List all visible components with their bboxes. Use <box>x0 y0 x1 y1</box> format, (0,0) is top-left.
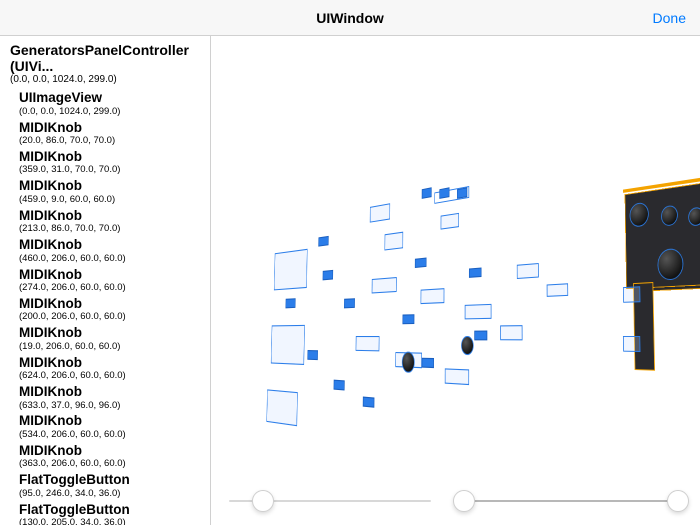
slider-row <box>229 487 682 515</box>
tree-item[interactable]: MIDIKnob(20.0, 86.0, 70.0, 70.0) <box>10 120 210 147</box>
tree-item-frame: (363.0, 206.0, 60.0, 60.0) <box>19 458 210 470</box>
tree-item[interactable]: MIDIKnob(633.0, 37.0, 96.0, 96.0) <box>10 384 210 411</box>
tree-item-title: UIImageView <box>19 90 210 106</box>
depth-range-slider[interactable] <box>459 500 682 502</box>
tree-item-title: MIDIKnob <box>19 443 210 459</box>
tree-root[interactable]: GeneratorsPanelController (UIVi... (0.0,… <box>10 42 210 86</box>
navbar: UIWindow Done <box>0 0 700 36</box>
tree-item-title: MIDIKnob <box>19 149 210 165</box>
hierarchy-sidebar[interactable]: GeneratorsPanelController (UIVi... (0.0,… <box>0 36 211 525</box>
debug-layer <box>385 232 404 251</box>
tree-item[interactable]: MIDIKnob(460.0, 206.0, 60.0, 60.0) <box>10 237 210 264</box>
tree-item-frame: (19.0, 206.0, 60.0, 60.0) <box>19 341 210 353</box>
tree-item-frame: (359.0, 31.0, 70.0, 70.0) <box>19 164 210 176</box>
tree-root-frame: (0.0, 0.0, 1024.0, 299.0) <box>10 74 210 86</box>
debug-layer <box>465 304 492 320</box>
tree-item-title: MIDIKnob <box>19 267 210 283</box>
depth-range-thumb-max[interactable] <box>667 490 689 512</box>
debug-layer <box>274 249 308 291</box>
tree-item[interactable]: MIDIKnob(213.0, 86.0, 70.0, 70.0) <box>10 208 210 235</box>
tree-item-title: MIDIKnob <box>19 178 210 194</box>
debug-layer <box>469 267 482 277</box>
tree-item-title: MIDIKnob <box>19 237 210 253</box>
debug-layer <box>500 325 522 340</box>
tree-item-frame: (459.0, 9.0, 60.0, 60.0) <box>19 194 210 206</box>
debug-layer <box>445 368 469 385</box>
tree-item-frame: (20.0, 86.0, 70.0, 70.0) <box>19 135 210 147</box>
tree-item-frame: (633.0, 37.0, 96.0, 96.0) <box>19 400 210 412</box>
tree-item-frame: (130.0, 205.0, 34.0, 36.0) <box>19 517 210 525</box>
debug-layer <box>402 314 414 324</box>
tree-item[interactable]: MIDIKnob(200.0, 206.0, 60.0, 60.0) <box>10 296 210 323</box>
debug-layer <box>547 283 568 297</box>
debug-layer <box>370 203 390 222</box>
debug-layer <box>334 380 345 391</box>
tree-item-title: MIDIKnob <box>19 384 210 400</box>
content: GeneratorsPanelController (UIVi... (0.0,… <box>0 36 700 525</box>
tree-item[interactable]: MIDIKnob(359.0, 31.0, 70.0, 70.0) <box>10 149 210 176</box>
done-button[interactable]: Done <box>653 10 686 26</box>
tree-root-title: GeneratorsPanelController (UIVi... <box>10 42 210 74</box>
tree-item-frame: (534.0, 206.0, 60.0, 60.0) <box>19 429 210 441</box>
canvas-3d-view[interactable] <box>211 36 700 525</box>
tree-item-frame: (274.0, 206.0, 60.0, 60.0) <box>19 282 210 294</box>
navbar-title: UIWindow <box>316 10 384 26</box>
tree-item-frame: (624.0, 206.0, 60.0, 60.0) <box>19 370 210 382</box>
debug-layer <box>422 187 432 199</box>
debug-layer <box>474 331 487 341</box>
debug-layer <box>457 187 467 199</box>
tree-item-title: MIDIKnob <box>19 413 210 429</box>
tree-item[interactable]: MIDIKnob(19.0, 206.0, 60.0, 60.0) <box>10 325 210 352</box>
tree-item-frame: (460.0, 206.0, 60.0, 60.0) <box>19 253 210 265</box>
debug-layer <box>356 336 380 351</box>
debug-layer <box>421 288 445 304</box>
tree-item-frame: (95.0, 246.0, 34.0, 36.0) <box>19 488 210 500</box>
tree-item[interactable]: UIImageView(0.0, 0.0, 1024.0, 299.0) <box>10 90 210 117</box>
tree-item-title: MIDIKnob <box>19 120 210 136</box>
tree-item-frame: (200.0, 206.0, 60.0, 60.0) <box>19 311 210 323</box>
debug-layer <box>688 207 700 227</box>
debug-layer <box>623 286 640 303</box>
spacing-slider-thumb[interactable] <box>252 490 274 512</box>
tree-item[interactable]: MIDIKnob(534.0, 206.0, 60.0, 60.0) <box>10 413 210 440</box>
tree-item[interactable]: MIDIKnob(274.0, 206.0, 60.0, 60.0) <box>10 267 210 294</box>
tree-item-title: FlatToggleButton <box>19 472 210 488</box>
debug-layer <box>318 236 328 247</box>
debug-layer <box>439 187 449 199</box>
debug-layer <box>323 270 334 280</box>
spacing-slider[interactable] <box>229 500 431 502</box>
debug-layer <box>344 298 355 308</box>
debug-layer <box>363 397 375 408</box>
debug-layer <box>415 258 427 268</box>
debug-layer <box>307 350 318 360</box>
debug-layer <box>266 389 297 426</box>
debug-layer <box>271 325 305 365</box>
tree-item[interactable]: MIDIKnob(363.0, 206.0, 60.0, 60.0) <box>10 443 210 470</box>
tree-item-frame: (0.0, 0.0, 1024.0, 299.0) <box>19 106 210 118</box>
depth-range-thumb-min[interactable] <box>453 490 475 512</box>
debug-layer <box>441 213 459 230</box>
tree-item[interactable]: FlatToggleButton(95.0, 246.0, 34.0, 36.0… <box>10 472 210 499</box>
tree-item-title: MIDIKnob <box>19 325 210 341</box>
debug-layer <box>372 277 397 294</box>
tree-item-frame: (213.0, 86.0, 70.0, 70.0) <box>19 223 210 235</box>
tree-item-title: FlatToggleButton <box>19 502 210 518</box>
debug-layer <box>402 351 415 373</box>
tree-item[interactable]: MIDIKnob(459.0, 9.0, 60.0, 60.0) <box>10 178 210 205</box>
debug-layer <box>517 263 539 279</box>
tree-item-title: MIDIKnob <box>19 208 210 224</box>
tree-item-title: MIDIKnob <box>19 296 210 312</box>
debug-layer <box>623 336 640 352</box>
debug-layer <box>422 358 434 368</box>
debug-layer <box>461 336 474 355</box>
tree-item[interactable]: FlatToggleButton(130.0, 205.0, 34.0, 36.… <box>10 502 210 525</box>
tree-item[interactable]: MIDIKnob(624.0, 206.0, 60.0, 60.0) <box>10 355 210 382</box>
tree-item-title: MIDIKnob <box>19 355 210 371</box>
debug-layer <box>285 298 295 308</box>
